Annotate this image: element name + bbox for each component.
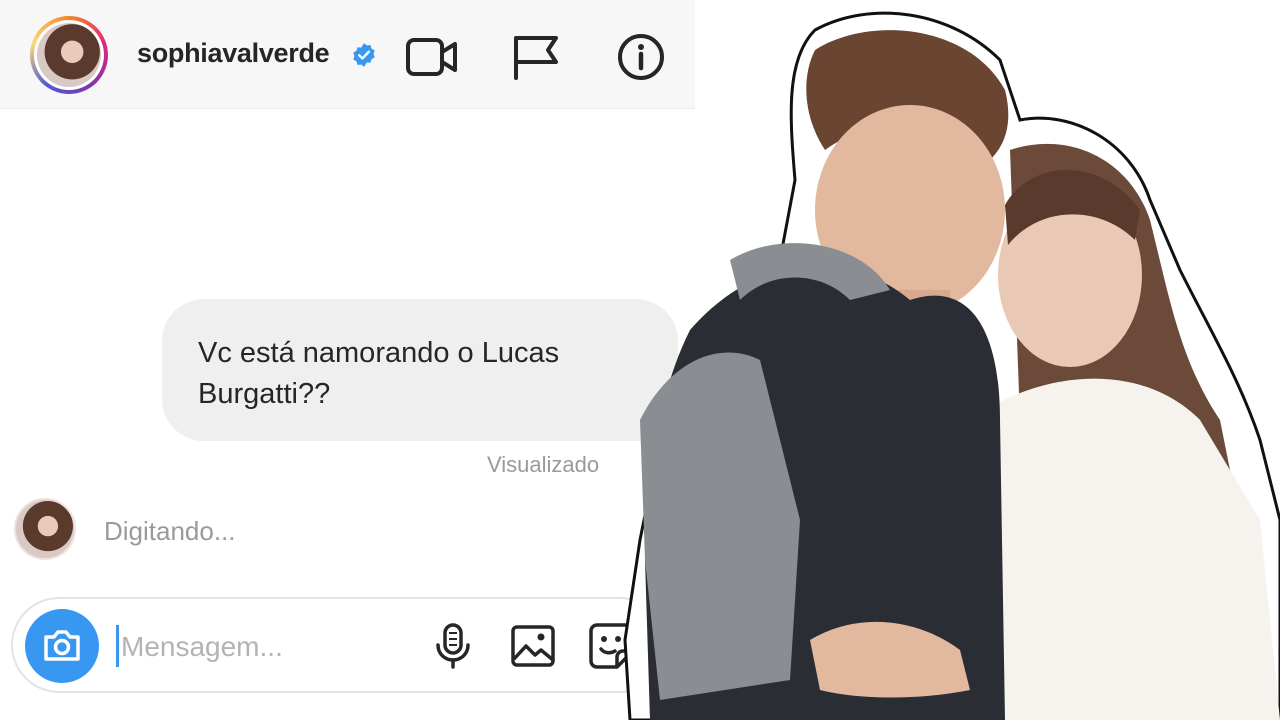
verified-badge-icon <box>353 43 375 67</box>
text-caret <box>116 625 119 667</box>
typing-indicator: Digitando... <box>104 516 236 546</box>
seen-status: Visualizado <box>487 452 600 477</box>
message-input[interactable]: Mensagem... <box>121 631 283 663</box>
couple-photo-cutout <box>623 11 1280 720</box>
gallery-icon[interactable] <box>508 621 558 671</box>
typing-avatar <box>14 498 76 560</box>
camera-button[interactable] <box>25 609 99 683</box>
direct-message-thread: sophiavalverde Vc está namorando o Lucas… <box>0 0 695 720</box>
message-text: Vc está namorando o Lucas Burgatti?? <box>198 337 560 410</box>
sent-message-bubble[interactable]: Vc está namorando o Lucas Burgatti?? <box>162 299 678 441</box>
video-call-icon[interactable] <box>404 32 460 82</box>
message-composer: Mensagem... <box>11 597 668 693</box>
avatar-photo <box>37 23 101 87</box>
camera-icon <box>44 630 80 661</box>
profile-avatar[interactable] <box>30 16 108 94</box>
username[interactable]: sophiavalverde <box>137 38 330 69</box>
microphone-icon[interactable] <box>428 621 478 671</box>
flag-icon[interactable] <box>508 32 564 82</box>
chat-header: sophiavalverde <box>0 0 695 109</box>
